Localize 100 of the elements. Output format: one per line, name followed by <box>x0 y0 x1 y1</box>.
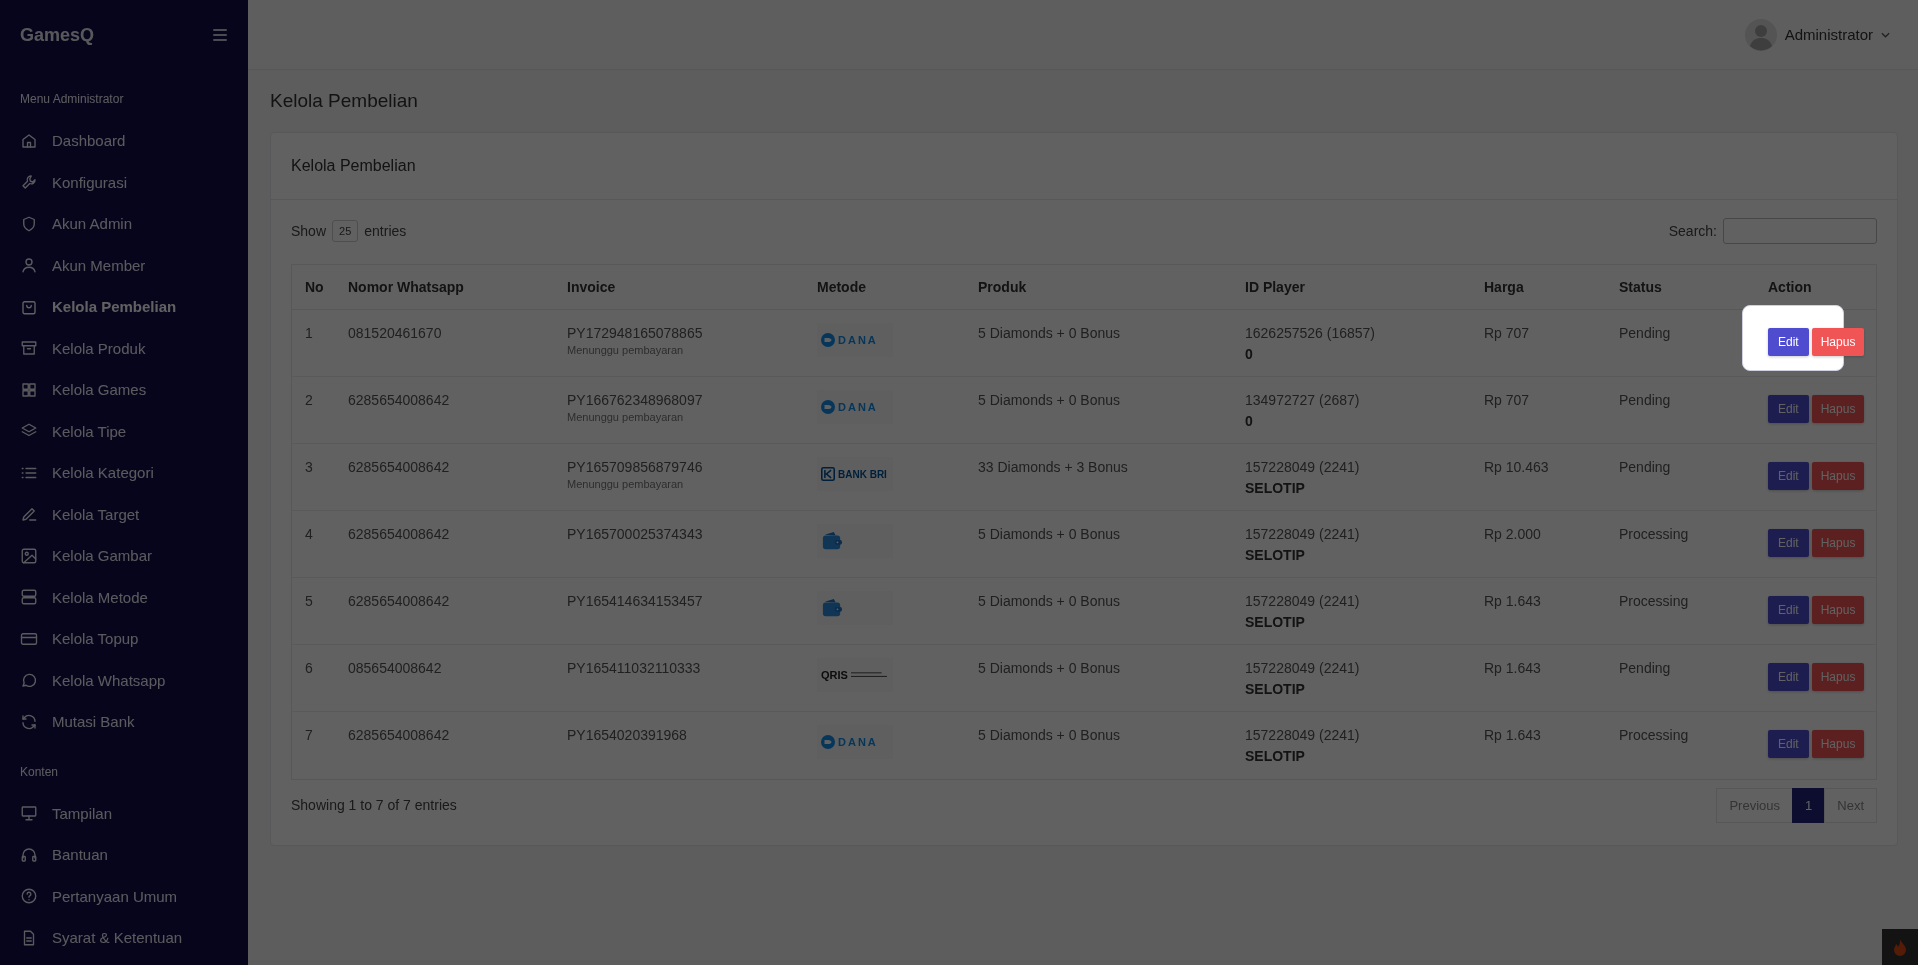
sidebar-item[interactable]: Kelola Target <box>20 493 228 535</box>
sidebar-item[interactable]: Kelola Topup <box>20 618 228 660</box>
sidebar-item[interactable]: Kelola Produk <box>20 327 228 369</box>
invoice-number: PY165414634153457 <box>567 593 704 609</box>
bank-logo-icon <box>821 467 835 481</box>
sidebar-item[interactable]: Akun Member <box>20 244 228 286</box>
sidebar-item[interactable]: Kelola Gambar <box>20 535 228 577</box>
edit-button[interactable]: Edit <box>1768 730 1809 758</box>
table-info: Showing 1 to 7 of 7 entries <box>291 797 457 813</box>
table-cell: 5 Diamonds + 0 Bonus <box>978 593 1121 609</box>
table-cell: 6 <box>305 660 313 676</box>
delete-button[interactable]: Hapus <box>1811 596 1865 624</box>
invoice-number: PY172948165078865 <box>567 325 704 341</box>
player-name: SELOTIP <box>1245 681 1306 697</box>
sidebar-item[interactable]: Mutasi Bank <box>20 701 228 743</box>
method-logo-text: BANK BRI <box>838 468 887 480</box>
table-cell: 081520461670 <box>348 325 442 341</box>
table-cell: 6285654008642 <box>348 459 450 475</box>
chevron-down-icon <box>1881 31 1890 38</box>
method-logo-text: DANA <box>838 334 878 346</box>
table-cell: 5 Diamonds + 0 Bonus <box>978 526 1121 542</box>
method-logo-text: QRIS <box>821 669 848 681</box>
player-id: 1626257526 (16857) <box>1245 325 1376 341</box>
column-header: No <box>305 279 324 295</box>
table-cell: 4 <box>305 526 313 542</box>
delete-button[interactable]: Hapus <box>1811 395 1865 423</box>
edit-button[interactable]: Edit <box>1768 328 1809 356</box>
sidebar-item[interactable]: Kelola Metode <box>20 576 228 618</box>
search-field[interactable] <box>1723 218 1877 244</box>
sidebar-item[interactable]: Tampilan <box>20 792 228 834</box>
sidebar-item[interactable]: Bantuan <box>20 834 228 876</box>
sidebar-item[interactable]: Pertanyaan Umum <box>20 875 228 917</box>
status-text: Processing <box>1619 526 1689 542</box>
monitor-icon <box>20 804 38 823</box>
edit-button[interactable]: Edit <box>1768 462 1809 490</box>
delete-button[interactable]: Hapus <box>1811 529 1865 557</box>
sidebar-item[interactable]: Kelola Games <box>20 369 228 411</box>
table-cell: Rp 707 <box>1484 325 1530 341</box>
wallet-logo-icon <box>821 400 835 414</box>
brand-logo[interactable]: GamesQ <box>20 24 95 46</box>
sidebar-item[interactable]: Konfigurasi <box>20 161 228 203</box>
column-header: Nomor Whatsapp <box>348 279 464 295</box>
column-header: Action <box>1768 279 1812 295</box>
invoice-number: PY165700025374343 <box>567 526 704 542</box>
invoice-number: PY1654020391968 <box>567 727 688 743</box>
column-header: ID Player <box>1245 279 1305 295</box>
status-text: Pending <box>1619 459 1671 475</box>
edit-button[interactable]: Edit <box>1768 395 1809 423</box>
delete-button[interactable]: Hapus <box>1811 663 1865 691</box>
invoice-number: PY165709856879746 <box>567 459 704 475</box>
search-label: Search: <box>1668 223 1717 239</box>
user-menu[interactable]: Administrator <box>1744 18 1890 51</box>
menu-icon[interactable] <box>212 28 228 42</box>
edit-button[interactable]: Edit <box>1768 663 1809 691</box>
column-header: Harga <box>1484 279 1524 295</box>
delete-button[interactable]: Hapus <box>1811 328 1865 356</box>
column-header: Produk <box>978 279 1027 295</box>
delete-button[interactable]: Hapus <box>1811 730 1865 758</box>
sidebar-item[interactable]: Akun Admin <box>20 203 228 245</box>
sidebar-item[interactable]: Kelola Pembelian <box>20 286 228 328</box>
table-cell: Rp 707 <box>1484 392 1530 408</box>
card-title: Kelola Pembelian <box>291 157 416 174</box>
wrench-icon <box>20 173 38 192</box>
user-icon <box>20 256 38 275</box>
wallet-logo-icon <box>821 333 835 347</box>
edit-button[interactable]: Edit <box>1768 596 1809 624</box>
show-label: Show <box>291 223 327 239</box>
table-cell: 3 <box>305 459 313 475</box>
table-cell: Rp 1.643 <box>1484 593 1541 609</box>
entries-select[interactable]: 25 <box>332 220 359 242</box>
edit-button[interactable]: Edit <box>1768 529 1809 557</box>
logo-lines-icon <box>850 671 887 679</box>
entries-label: entries <box>364 223 407 239</box>
sidebar-item[interactable]: Kelola Whatsapp <box>20 659 228 701</box>
status-text: Processing <box>1619 727 1689 743</box>
sidebar-item[interactable]: Syarat & Ketentuan <box>20 917 228 959</box>
shield-icon <box>20 214 38 233</box>
method-logo-text: DANA <box>838 736 878 748</box>
table-cell: 33 Diamonds + 3 Bonus <box>978 459 1128 475</box>
question-icon <box>20 887 38 906</box>
flame-icon <box>1892 938 1908 956</box>
player-id: 157228049 (2241) <box>1245 526 1361 542</box>
sidebar-item[interactable]: Dashboard <box>20 120 228 162</box>
status-text: Pending <box>1619 660 1671 676</box>
player-id: 157228049 (2241) <box>1245 459 1361 475</box>
sidebar-item[interactable]: Kelola Tipe <box>20 410 228 452</box>
status-text: Pending <box>1619 325 1671 341</box>
status-text: Pending <box>1619 392 1671 408</box>
player-name: 0 <box>1245 413 1254 429</box>
debug-toolbar-button[interactable] <box>1882 929 1918 965</box>
column-header: Metode <box>817 279 866 295</box>
image-icon <box>20 546 38 565</box>
delete-button[interactable]: Hapus <box>1811 462 1865 490</box>
table-cell: 5 Diamonds + 0 Bonus <box>978 325 1121 341</box>
page-button[interactable]: 1 <box>1792 787 1826 823</box>
wallet-icon <box>821 531 843 551</box>
page-title: Kelola Pembelian <box>270 90 419 112</box>
chat-icon <box>20 671 38 690</box>
sidebar-item[interactable]: Kelola Kategori <box>20 452 228 494</box>
player-id: 134972727 (2687) <box>1245 392 1361 408</box>
